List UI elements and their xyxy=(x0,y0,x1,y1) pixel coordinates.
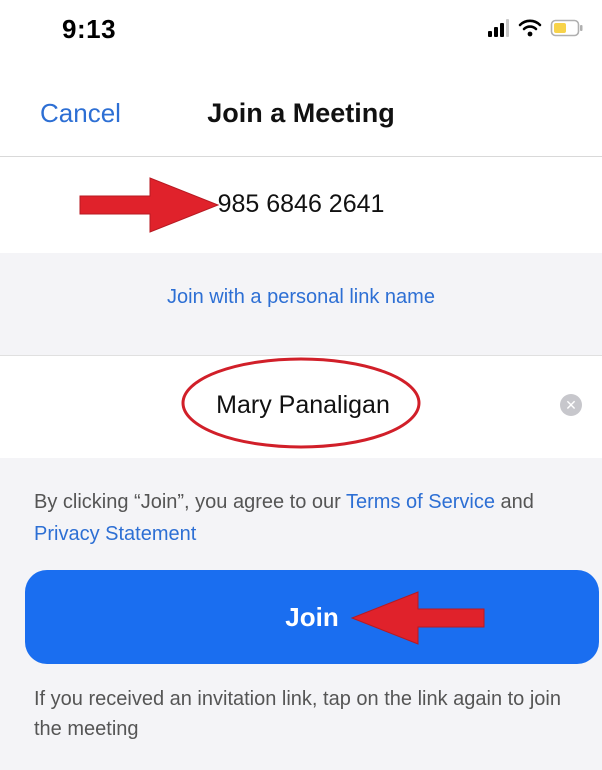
join-button-label: Join xyxy=(285,602,339,632)
name-input[interactable] xyxy=(60,384,546,426)
join-with-personal-link-name-link[interactable]: Join with a personal link name xyxy=(0,287,602,307)
name-row: ✕ xyxy=(0,355,602,459)
privacy-statement-link[interactable]: Privacy Statement xyxy=(34,523,196,545)
meeting-id-value: 985 6846 2641 xyxy=(217,190,385,218)
terms-middle: and xyxy=(494,491,534,513)
terms-prefix: By clicking “Join”, you agree to our xyxy=(34,491,347,513)
nav-bar: Cancel Join a Meeting xyxy=(0,60,602,157)
battery-icon xyxy=(550,19,583,37)
terms-of-service-link[interactable]: Terms of Service xyxy=(346,491,495,513)
page-title: Join a Meeting xyxy=(207,98,395,128)
meeting-id-field[interactable]: 985 6846 2641 xyxy=(0,157,602,253)
invitation-hint-text: If you received an invitation link, tap … xyxy=(34,688,561,740)
status-time: 9:13 xyxy=(62,14,117,44)
bottom-area: By clicking “Join”, you agree to our Ter… xyxy=(0,458,602,770)
terms-text: By clicking “Join”, you agree to our Ter… xyxy=(34,486,574,550)
personal-link-section: Join with a personal link name xyxy=(0,253,602,355)
wifi-icon xyxy=(518,19,542,37)
status-icons xyxy=(486,16,584,40)
signal-icon xyxy=(488,19,509,37)
clear-icon[interactable]: ✕ xyxy=(560,394,582,416)
status-bar: 9:13 xyxy=(0,0,602,60)
join-button[interactable]: Join xyxy=(25,570,599,664)
